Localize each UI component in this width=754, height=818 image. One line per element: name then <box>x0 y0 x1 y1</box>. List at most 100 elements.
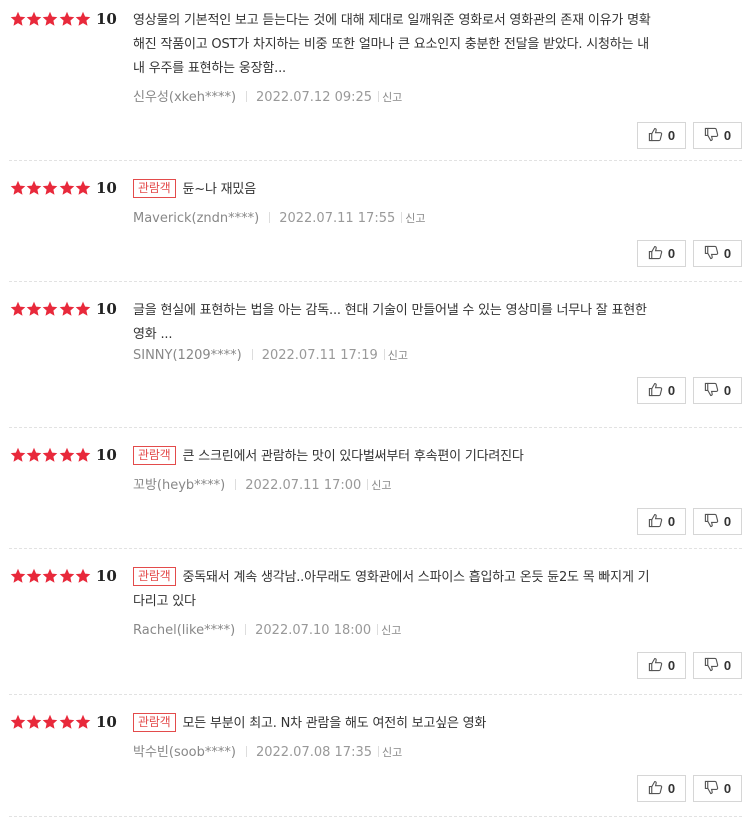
thumbs-up-icon <box>648 382 668 400</box>
author-name: Rachel(like****) <box>133 623 236 638</box>
dislike-button[interactable]: 0 <box>693 377 742 404</box>
audience-badge: 관람객 <box>133 446 176 465</box>
like-count: 0 <box>667 128 676 143</box>
report-link[interactable]: 신고 <box>381 624 401 637</box>
like-button[interactable]: 0 <box>637 652 686 679</box>
review-date: 2022.07.10 18:00 <box>255 623 372 638</box>
author-name: 박수빈(soob****) <box>133 745 236 760</box>
review-text-line: 글을 현실에 표현하는 법을 아는 감독... 현대 기술이 만들어낼 수 있는… <box>133 299 724 323</box>
review-text: 영화 ... <box>133 327 173 342</box>
audience-badge: 관람객 <box>133 713 176 732</box>
rating-score: 10 <box>96 446 117 464</box>
audience-badge: 관람객 <box>133 567 176 586</box>
author-name: SINNY(1209****) <box>133 348 242 363</box>
author-name: 신우성(xkeh****) <box>133 90 237 105</box>
star-icon <box>26 447 42 462</box>
review-date: 2022.07.11 17:00 <box>245 478 362 493</box>
review-content: 관람객 중독돼서 계속 생각남..아무래도 영화관에서 스파이스 흡입하고 온듯 … <box>133 566 724 614</box>
like-button[interactable]: 0 <box>637 122 686 149</box>
like-count: 0 <box>667 383 676 398</box>
star-icon <box>10 180 26 195</box>
review-text-line: 관람객 듄~나 재밌음 <box>133 178 724 202</box>
star-icon <box>26 714 42 729</box>
meta-divider <box>245 624 247 635</box>
dislike-button[interactable]: 0 <box>693 775 742 802</box>
star-rating <box>10 712 91 732</box>
meta-divider <box>235 479 237 490</box>
review-divider <box>9 816 742 817</box>
review-text: 큰 스크린에서 관람하는 맛이 있다벌써부터 후속편이 기다려진다 <box>182 449 524 464</box>
star-icon <box>43 301 58 316</box>
star-icon <box>43 714 58 729</box>
review-content: 관람객 큰 스크린에서 관람하는 맛이 있다벌써부터 후속편이 기다려진다 <box>133 445 724 469</box>
review-date: 2022.07.11 17:19 <box>261 348 378 363</box>
review-divider <box>9 160 742 161</box>
review-meta: Maverick(zndn****) 2022.07.11 17:55 신고 <box>133 210 426 228</box>
star-icon <box>10 447 26 462</box>
dislike-button[interactable]: 0 <box>693 240 742 267</box>
review-text-line: 내 우주를 표현하는 웅장함... <box>133 57 724 81</box>
thumbs-down-icon <box>704 127 724 145</box>
star-icon <box>10 714 26 729</box>
thumbs-up-icon <box>648 657 668 675</box>
meta-divider <box>245 746 247 757</box>
report-link[interactable]: 신고 <box>382 91 402 104</box>
dislike-count: 0 <box>723 128 732 143</box>
dislike-count: 0 <box>723 383 732 398</box>
dislike-count: 0 <box>723 781 732 796</box>
review-meta: 박수빈(soob****) 2022.07.08 17:35 신고 <box>133 744 402 762</box>
review-text-line: 해진 작품이고 OST가 차지하는 비중 또한 얼마나 큰 요소인지 충분한 전… <box>133 33 724 57</box>
review-meta: SINNY(1209****) 2022.07.11 17:19 신고 <box>133 347 408 365</box>
meta-divider <box>251 349 253 360</box>
thumbs-up-icon <box>648 245 668 263</box>
review-text: 해진 작품이고 OST가 차지하는 비중 또한 얼마나 큰 요소인지 충분한 전… <box>133 37 649 52</box>
dislike-button[interactable]: 0 <box>693 652 742 679</box>
review-text-line: 관람객 중독돼서 계속 생각남..아무래도 영화관에서 스파이스 흡입하고 온듯 … <box>133 566 724 590</box>
dislike-button[interactable]: 0 <box>693 122 742 149</box>
like-button[interactable]: 0 <box>637 508 686 535</box>
report-link[interactable]: 신고 <box>388 349 408 362</box>
review-date: 2022.07.12 09:25 <box>256 90 373 105</box>
meta-divider <box>378 91 380 102</box>
review-text-line: 영상물의 기본적인 보고 듣는다는 것에 대해 제대로 일깨워준 영화로서 영화… <box>133 9 724 33</box>
review-text: 중독돼서 계속 생각남..아무래도 영화관에서 스파이스 흡입하고 온듯 듄2도… <box>182 570 650 585</box>
review-content: 관람객 모든 부분이 최고. N차 관람을 해도 여전히 보고싶은 영화 <box>133 712 724 736</box>
dislike-button[interactable]: 0 <box>693 508 742 535</box>
like-button[interactable]: 0 <box>637 377 686 404</box>
review-text-line: 관람객 모든 부분이 최고. N차 관람을 해도 여전히 보고싶은 영화 <box>133 712 724 736</box>
like-count: 0 <box>667 658 676 673</box>
like-button[interactable]: 0 <box>637 775 686 802</box>
author-name: 꼬방(heyb****) <box>133 478 226 493</box>
review-text: 글을 현실에 표현하는 법을 아는 감독... 현대 기술이 만들어낼 수 있는… <box>133 303 647 318</box>
thumbs-down-icon <box>704 245 724 263</box>
report-link[interactable]: 신고 <box>371 479 391 492</box>
meta-divider <box>377 624 379 635</box>
rating-score: 10 <box>96 10 117 28</box>
star-icon <box>43 180 58 195</box>
report-link[interactable]: 신고 <box>382 746 402 759</box>
star-rating <box>10 445 91 465</box>
star-rating <box>10 566 91 586</box>
star-icon <box>43 11 58 26</box>
star-icon <box>10 301 26 316</box>
meta-divider <box>378 746 379 757</box>
rating-score: 10 <box>96 713 117 731</box>
thumbs-up-icon <box>648 127 668 145</box>
review-divider <box>9 548 742 549</box>
like-button[interactable]: 0 <box>637 240 686 267</box>
rating-score: 10 <box>96 567 117 585</box>
star-rating <box>10 9 91 29</box>
author-name: Maverick(zndn****) <box>133 211 260 226</box>
review-divider <box>9 694 742 695</box>
review-list: 10 영상물의 기본적인 보고 듣는다는 것에 대해 제대로 일깨워준 영화로서 … <box>0 0 754 818</box>
report-link[interactable]: 신고 <box>405 212 425 225</box>
star-icon <box>75 11 91 26</box>
review-date: 2022.07.08 17:35 <box>255 745 372 760</box>
review-content: 관람객 듄~나 재밌음 <box>133 178 724 202</box>
meta-divider <box>383 349 385 360</box>
review-text-line: 관람객 큰 스크린에서 관람하는 맛이 있다벌써부터 후속편이 기다려진다 <box>133 445 724 469</box>
review-text-line: 영화 ... <box>133 323 724 347</box>
thumbs-down-icon <box>704 657 724 675</box>
star-icon <box>10 11 26 26</box>
star-icon <box>43 447 58 462</box>
